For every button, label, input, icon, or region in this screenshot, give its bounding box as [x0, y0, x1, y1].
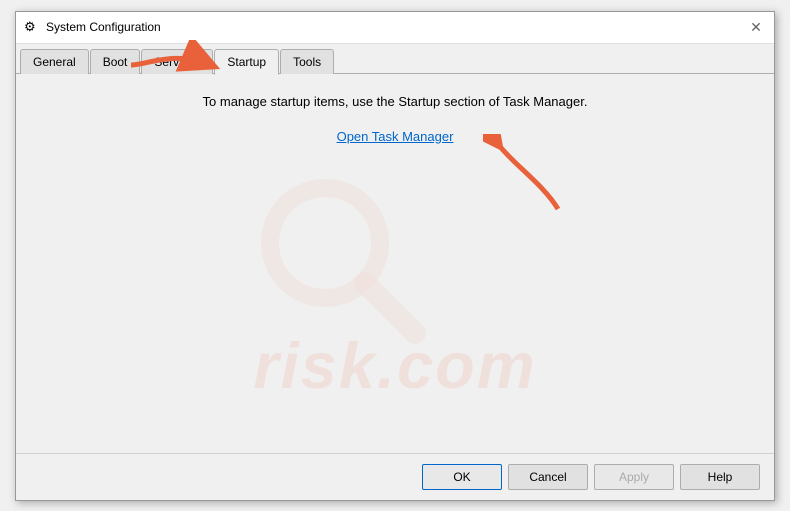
- content-area: risk.com To manage startup items, use th…: [16, 74, 774, 453]
- tab-general[interactable]: General: [20, 49, 89, 74]
- title-bar-left: ⚙ System Configuration: [24, 19, 161, 35]
- close-button[interactable]: ✕: [746, 17, 766, 37]
- tab-services[interactable]: Services: [141, 49, 213, 74]
- window-title: System Configuration: [46, 20, 161, 34]
- tab-tools[interactable]: Tools: [280, 49, 334, 74]
- system-configuration-window: ⚙ System Configuration ✕ General Boot Se…: [15, 11, 775, 501]
- tab-startup[interactable]: Startup: [214, 49, 279, 75]
- startup-info-text: To manage startup items, use the Startup…: [203, 94, 588, 109]
- tab-bar: General Boot Services Startup Tools: [16, 44, 774, 74]
- watermark-text: risk.com: [16, 328, 774, 433]
- ok-button[interactable]: OK: [422, 464, 502, 490]
- window-icon: ⚙: [24, 19, 40, 35]
- button-bar: OK Cancel Apply Help: [16, 453, 774, 500]
- title-bar: ⚙ System Configuration ✕: [16, 12, 774, 44]
- help-button[interactable]: Help: [680, 464, 760, 490]
- content-inner: To manage startup items, use the Startup…: [36, 94, 754, 144]
- apply-button: Apply: [594, 464, 674, 490]
- tab-boot[interactable]: Boot: [90, 49, 141, 74]
- cancel-button[interactable]: Cancel: [508, 464, 588, 490]
- open-task-manager-link[interactable]: Open Task Manager: [337, 129, 454, 144]
